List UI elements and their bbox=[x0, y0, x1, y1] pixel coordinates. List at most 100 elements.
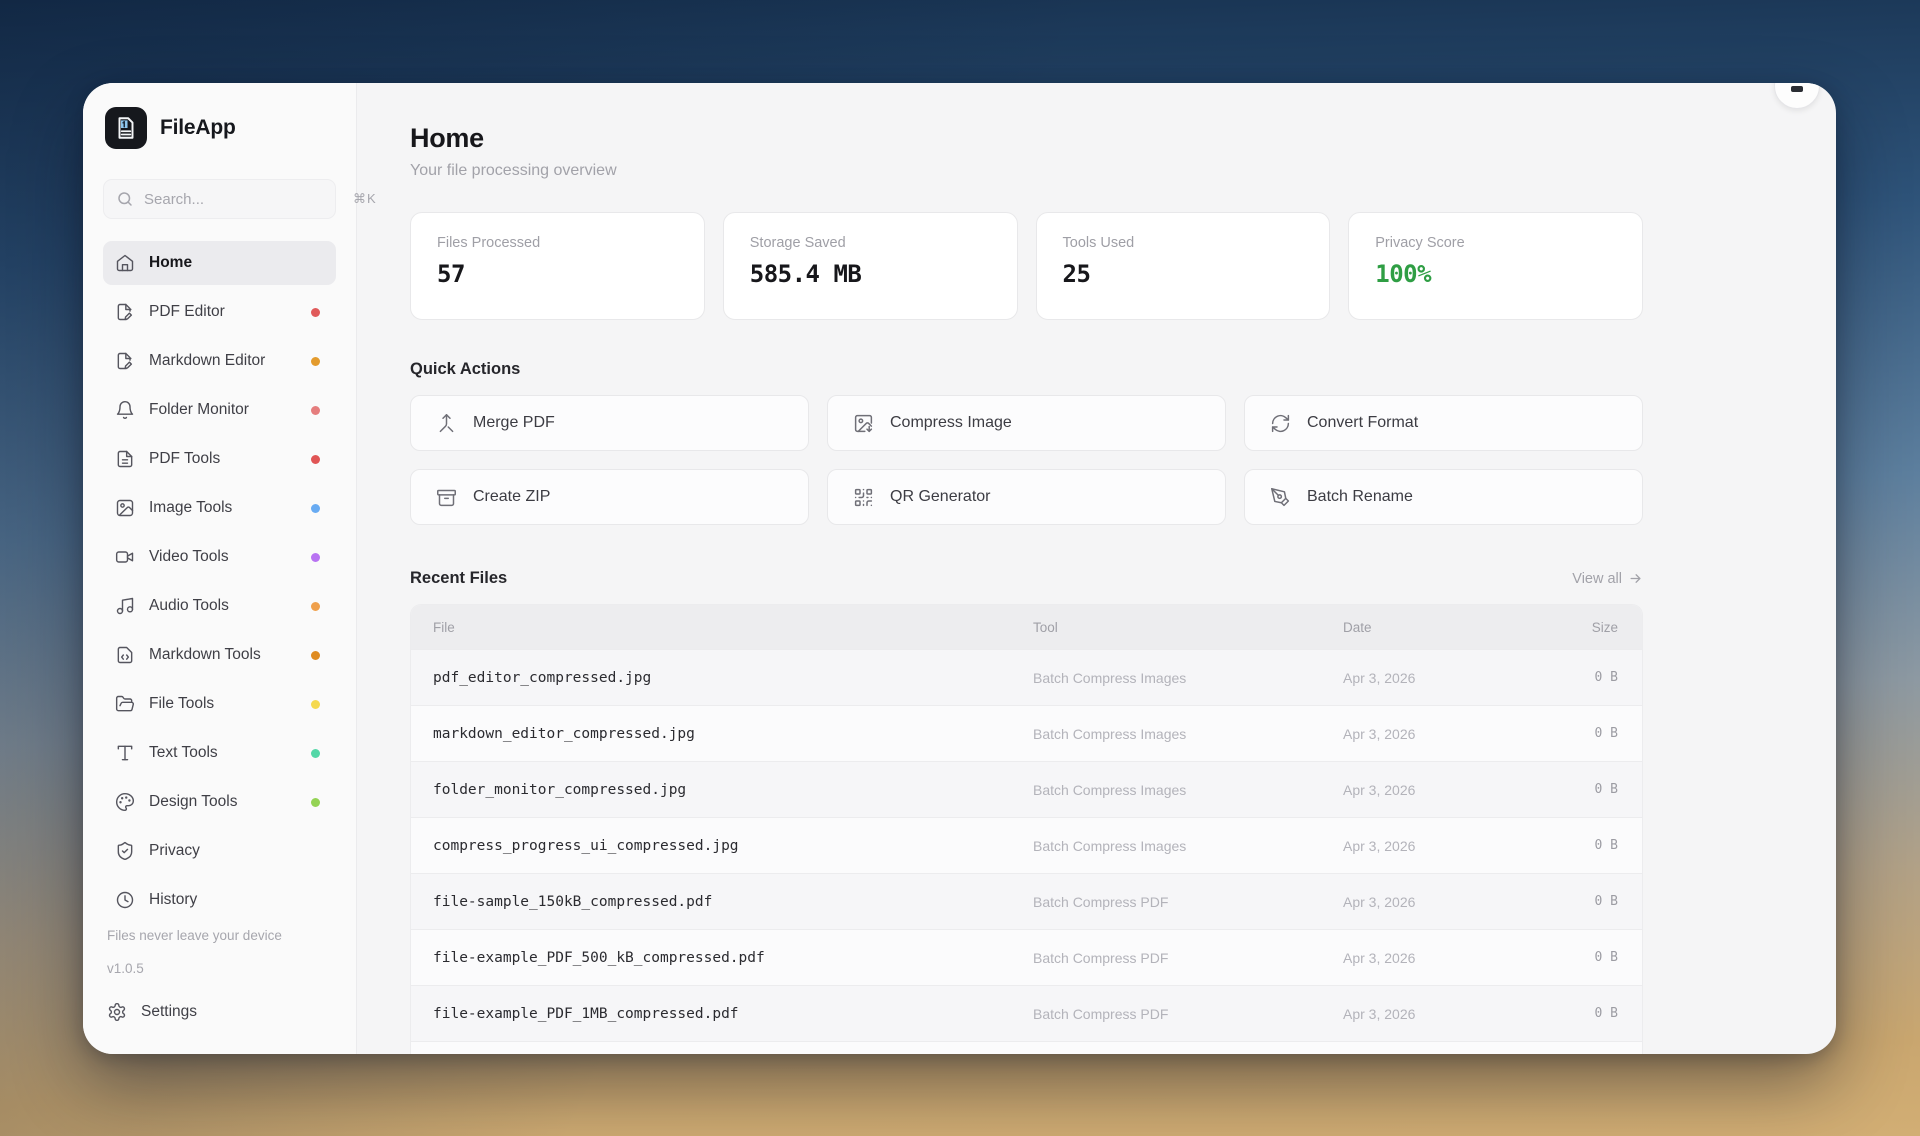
sidebar-item-home[interactable]: Home bbox=[103, 241, 336, 285]
gear-icon bbox=[107, 1002, 127, 1022]
archive-icon bbox=[436, 487, 457, 508]
sidebar-item-label: Folder Monitor bbox=[149, 401, 297, 419]
table-row[interactable]: folder_monitor_compressed.jpg Batch Comp… bbox=[411, 761, 1642, 817]
view-all-link[interactable]: View all bbox=[1572, 571, 1643, 587]
sidebar-item-markdown-editor[interactable]: Markdown Editor bbox=[103, 339, 336, 383]
cell-file: file-example_PDF_1MB_compressed.pdf bbox=[411, 1006, 1033, 1022]
cell-file: compress_progress_ui_compressed.jpg bbox=[411, 838, 1033, 854]
column-header-tool: Tool bbox=[1033, 620, 1343, 635]
status-dot bbox=[311, 406, 320, 415]
cell-size: 0 B bbox=[1557, 1006, 1642, 1021]
video-icon bbox=[115, 547, 135, 567]
sidebar-item-label: File Tools bbox=[149, 695, 297, 713]
pen-tool-icon bbox=[1270, 487, 1291, 508]
convert-format-button[interactable]: Convert Format bbox=[1244, 395, 1643, 451]
stat-label: Storage Saved bbox=[750, 235, 991, 251]
clipped-glyph-icon bbox=[1791, 86, 1803, 92]
sidebar-item-label: Markdown Editor bbox=[149, 352, 297, 370]
table-row[interactable]: file-sample_150kB_compressed.pdf Batch C… bbox=[411, 873, 1642, 929]
sidebar-item-label: Markdown Tools bbox=[149, 646, 297, 664]
cell-size: 0 B bbox=[1557, 670, 1642, 685]
music-icon bbox=[115, 596, 135, 616]
status-dot bbox=[311, 602, 320, 611]
arrow-right-icon bbox=[1628, 571, 1643, 586]
image-down-icon bbox=[853, 413, 874, 434]
sidebar-item-audio-tools[interactable]: Audio Tools bbox=[103, 584, 336, 628]
sidebar-item-label: Privacy bbox=[149, 842, 324, 860]
batch-rename-button[interactable]: Batch Rename bbox=[1244, 469, 1643, 525]
sidebar-item-pdf-editor[interactable]: PDF Editor bbox=[103, 290, 336, 334]
sidebar-item-markdown-tools[interactable]: Markdown Tools bbox=[103, 633, 336, 677]
cell-date: Apr 3, 2026 bbox=[1343, 782, 1557, 798]
cell-size: 0 B bbox=[1557, 726, 1642, 741]
search-icon bbox=[116, 190, 134, 208]
stat-card-files-processed: Files Processed 57 bbox=[410, 212, 705, 320]
table-row[interactable]: markdown_editor_compressed.jpg Batch Com… bbox=[411, 705, 1642, 761]
create-zip-button[interactable]: Create ZIP bbox=[410, 469, 809, 525]
qr-code-icon bbox=[853, 487, 874, 508]
table-body: pdf_editor_compressed.jpg Batch Compress… bbox=[411, 649, 1642, 1054]
status-dot bbox=[311, 455, 320, 464]
column-header-file: File bbox=[411, 620, 1033, 635]
sidebar-item-pdf-tools[interactable]: PDF Tools bbox=[103, 437, 336, 481]
table-row[interactable]: file-example_PDF_500_kB_compressed.pdf B… bbox=[411, 929, 1642, 985]
cell-tool: Batch Compress PDF bbox=[1033, 1006, 1343, 1022]
cell-size: 0 B bbox=[1557, 894, 1642, 909]
sidebar-item-video-tools[interactable]: Video Tools bbox=[103, 535, 336, 579]
cell-date: Apr 3, 2026 bbox=[1343, 950, 1557, 966]
sidebar-item-settings[interactable]: Settings bbox=[99, 992, 336, 1032]
app-window: FileApp ⌘K Home PDF Editor Markdown Edit… bbox=[83, 83, 1836, 1054]
stat-card-storage-saved: Storage Saved 585.4 MB bbox=[723, 212, 1018, 320]
recent-files-title: Recent Files bbox=[410, 569, 507, 588]
page-title: Home bbox=[410, 123, 1643, 154]
page-subtitle: Your file processing overview bbox=[410, 162, 1643, 180]
stat-label: Tools Used bbox=[1063, 235, 1304, 251]
sidebar-item-design-tools[interactable]: Design Tools bbox=[103, 780, 336, 824]
sidebar-item-file-tools[interactable]: File Tools bbox=[103, 682, 336, 726]
status-dot bbox=[311, 308, 320, 317]
file-code-icon bbox=[115, 645, 135, 665]
search-input[interactable] bbox=[144, 191, 343, 208]
cell-size: 0 B bbox=[1557, 838, 1642, 853]
table-row[interactable]: file-example_PDF_1MB_compressed.pdf Batc… bbox=[411, 985, 1642, 1041]
sidebar-item-history[interactable]: History bbox=[103, 878, 336, 922]
cell-date: Apr 3, 2026 bbox=[1343, 1006, 1557, 1022]
status-dot bbox=[311, 553, 320, 562]
quick-actions-section: Quick Actions Merge PDF Compress Image C… bbox=[410, 360, 1643, 525]
sidebar-item-privacy[interactable]: Privacy bbox=[103, 829, 336, 873]
status-dot bbox=[311, 357, 320, 366]
sidebar-item-label: Home bbox=[149, 254, 324, 272]
table-row[interactable]: pdf_editor_compressed.jpg Batch Compress… bbox=[411, 649, 1642, 705]
cell-file: folder_monitor_compressed.jpg bbox=[411, 782, 1033, 798]
table-row[interactable]: pdf_editor_compressed.jpg Batch Compress… bbox=[411, 1041, 1642, 1054]
search-box[interactable]: ⌘K bbox=[103, 179, 336, 219]
cell-file: file-example_PDF_500_kB_compressed.pdf bbox=[411, 950, 1033, 966]
status-dot bbox=[311, 700, 320, 709]
sidebar-item-image-tools[interactable]: Image Tools bbox=[103, 486, 336, 530]
bell-icon bbox=[115, 400, 135, 420]
recent-files-section: Recent Files View all File Tool Date Siz… bbox=[410, 569, 1643, 1054]
sidebar-item-label: PDF Tools bbox=[149, 450, 297, 468]
qr-generator-button[interactable]: QR Generator bbox=[827, 469, 1226, 525]
compress-image-button[interactable]: Compress Image bbox=[827, 395, 1226, 451]
app-title: FileApp bbox=[160, 116, 236, 140]
table-row[interactable]: compress_progress_ui_compressed.jpg Batc… bbox=[411, 817, 1642, 873]
quick-action-label: Compress Image bbox=[890, 414, 1012, 432]
app-version: v1.0.5 bbox=[107, 961, 336, 976]
sidebar-item-label: PDF Editor bbox=[149, 303, 297, 321]
sidebar-item-text-tools[interactable]: Text Tools bbox=[103, 731, 336, 775]
cell-file: file-sample_150kB_compressed.pdf bbox=[411, 894, 1033, 910]
floating-circle-button[interactable] bbox=[1774, 83, 1820, 109]
quick-actions-title: Quick Actions bbox=[410, 360, 1643, 379]
home-icon bbox=[115, 253, 135, 273]
cell-size: 0 B bbox=[1557, 950, 1642, 965]
merge-pdf-button[interactable]: Merge PDF bbox=[410, 395, 809, 451]
quick-action-label: Create ZIP bbox=[473, 488, 550, 506]
palette-icon bbox=[115, 792, 135, 812]
clock-icon bbox=[115, 890, 135, 910]
shield-check-icon bbox=[115, 841, 135, 861]
quick-actions-grid: Merge PDF Compress Image Convert Format … bbox=[410, 395, 1643, 525]
image-icon bbox=[115, 498, 135, 518]
sidebar-item-folder-monitor[interactable]: Folder Monitor bbox=[103, 388, 336, 432]
column-header-date: Date bbox=[1343, 620, 1557, 635]
